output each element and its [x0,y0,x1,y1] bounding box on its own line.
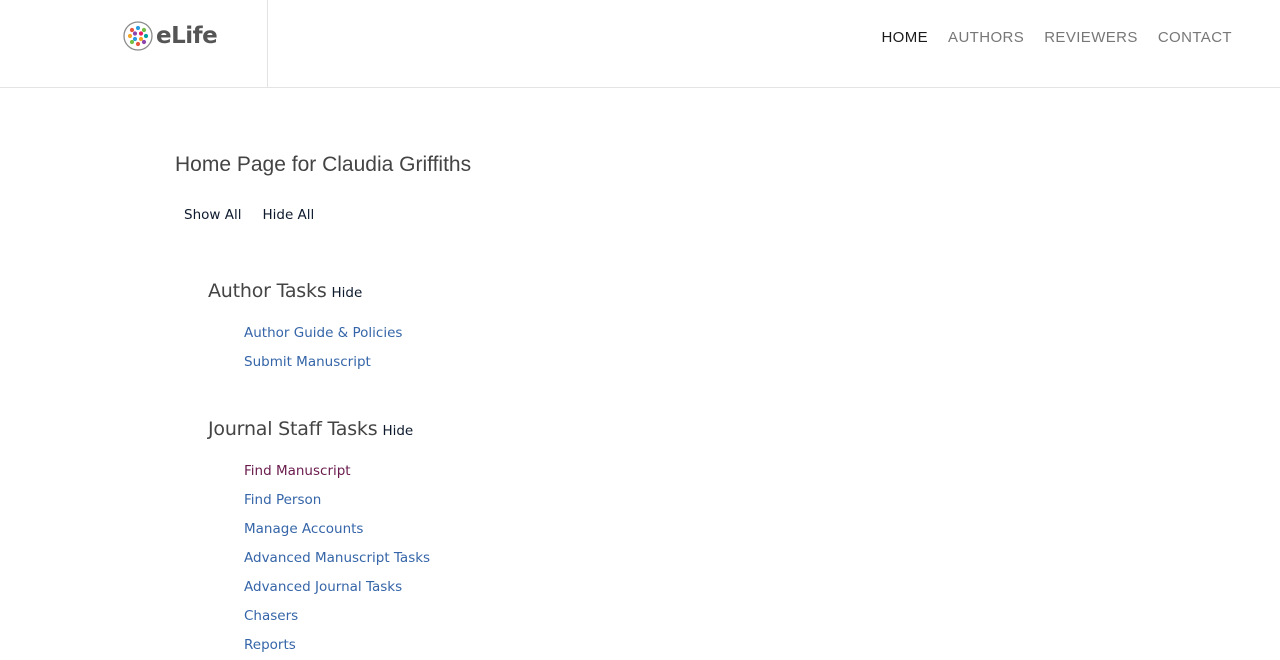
visibility-toggles: Show All Hide All [184,207,314,223]
author-tasks-hide-link[interactable]: Hide [332,285,363,301]
hide-all-link[interactable]: Hide All [262,207,314,223]
elife-logo-icon [123,21,153,51]
logo-text: eLife [156,23,218,49]
elife-logo[interactable]: eLife [123,21,218,51]
nav-contact[interactable]: CONTACT [1158,29,1232,47]
manage-accounts-link[interactable]: Manage Accounts [244,521,363,537]
find-person-link[interactable]: Find Person [244,492,321,508]
reports-link[interactable]: Reports [244,637,296,653]
page-title: Home Page for Claudia Griffiths [175,153,472,176]
advanced-journal-tasks-link[interactable]: Advanced Journal Tasks [244,579,402,595]
list-item: Reports [244,631,430,660]
list-item: Author Guide & Policies [244,319,402,348]
journal-staff-tasks-hide-link[interactable]: Hide [382,423,413,439]
list-item: Chasers [244,602,430,631]
author-tasks-header: Author Tasks Hide [208,280,402,302]
logo-container: eLife [0,0,268,87]
list-item: Advanced Journal Tasks [244,573,430,602]
advanced-manuscript-tasks-link[interactable]: Advanced Manuscript Tasks [244,550,430,566]
journal-staff-tasks-title: Journal Staff Tasks [208,418,378,440]
nav-authors[interactable]: AUTHORS [948,29,1024,47]
show-all-link[interactable]: Show All [184,207,241,223]
journal-staff-tasks-list: Find Manuscript Find Person Manage Accou… [208,457,430,660]
nav-home[interactable]: HOME [881,29,928,47]
list-item: Find Manuscript [244,457,430,486]
list-item: Manage Accounts [244,515,430,544]
list-item: Submit Manuscript [244,348,402,377]
list-item: Find Person [244,486,430,515]
main-nav: HOME AUTHORS REVIEWERS CONTACT [881,29,1232,47]
site-header: eLife HOME AUTHORS REVIEWERS CONTACT [0,0,1280,88]
author-tasks-list: Author Guide & Policies Submit Manuscrip… [208,319,402,377]
list-item: Advanced Manuscript Tasks [244,544,430,573]
find-manuscript-link[interactable]: Find Manuscript [244,463,351,479]
journal-staff-tasks-section: Journal Staff Tasks Hide Find Manuscript… [208,418,430,660]
chasers-link[interactable]: Chasers [244,608,298,624]
author-tasks-title: Author Tasks [208,280,327,302]
author-guide-link[interactable]: Author Guide & Policies [244,325,402,341]
journal-staff-tasks-header: Journal Staff Tasks Hide [208,418,430,440]
nav-reviewers[interactable]: REVIEWERS [1044,29,1138,47]
author-tasks-section: Author Tasks Hide Author Guide & Policie… [208,280,402,377]
submit-manuscript-link[interactable]: Submit Manuscript [244,354,371,370]
